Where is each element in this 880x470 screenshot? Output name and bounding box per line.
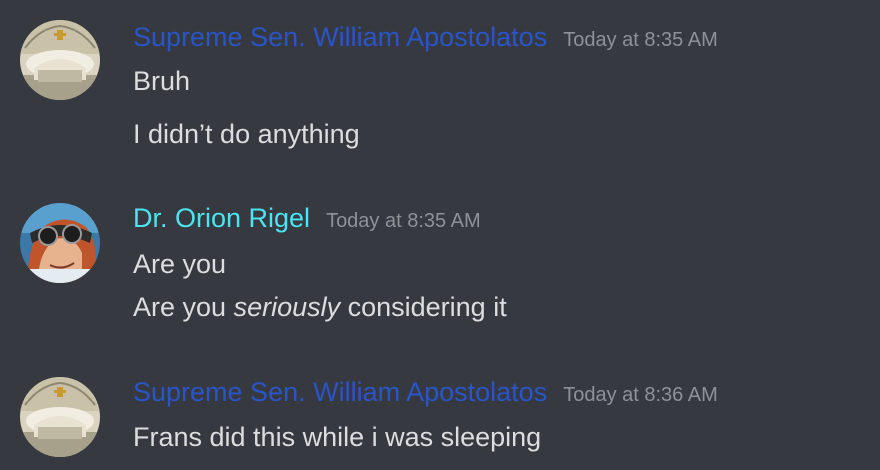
message-text: Are you seriously considering it (133, 290, 507, 324)
username[interactable]: Supreme Sen. William Apostolatos (133, 22, 547, 53)
message-text: I didn’t do anything (133, 119, 360, 149)
message-header: Dr. Orion Rigel Today at 8:35 AM (133, 203, 481, 234)
avatar[interactable] (20, 377, 100, 457)
avatar[interactable] (20, 20, 100, 100)
message-header: Supreme Sen. William Apostolatos Today a… (133, 377, 718, 408)
message-text: Frans did this while i was sleeping (133, 422, 542, 452)
chat-message-list: Supreme Sen. William Apostolatos Today a… (0, 0, 880, 470)
emphasized-text: seriously (233, 292, 341, 322)
username[interactable]: Supreme Sen. William Apostolatos (133, 377, 547, 408)
message-header: Supreme Sen. William Apostolatos Today a… (133, 22, 718, 53)
cathedral-avatar-image (20, 20, 100, 100)
username[interactable]: Dr. Orion Rigel (133, 203, 310, 234)
avatar[interactable] (20, 203, 100, 283)
message-text-part: considering it (340, 292, 507, 322)
message-text: Are you (133, 249, 227, 279)
timestamp[interactable]: Today at 8:35 AM (563, 29, 718, 52)
timestamp[interactable]: Today at 8:36 AM (563, 384, 718, 407)
message-text: Bruh (133, 66, 191, 96)
cathedral-avatar-image (20, 377, 100, 457)
timestamp[interactable]: Today at 8:35 AM (326, 210, 481, 233)
message-text-part: Are you (133, 292, 234, 322)
goggles-character-avatar-image (20, 203, 100, 283)
